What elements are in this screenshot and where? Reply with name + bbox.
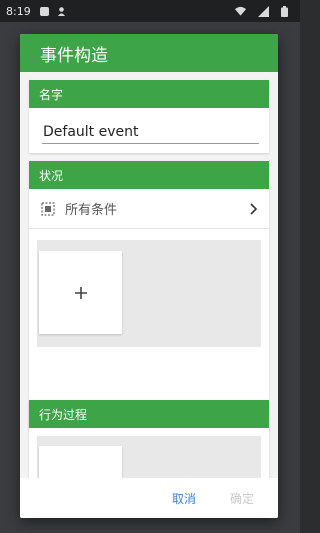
process-card: 行为过程 bbox=[29, 400, 269, 478]
process-header: 行为过程 bbox=[29, 400, 269, 428]
add-process-button[interactable] bbox=[39, 446, 122, 478]
status-right bbox=[235, 5, 294, 17]
condition-header: 状况 bbox=[29, 161, 269, 189]
all-conditions-row[interactable]: 所有条件 bbox=[29, 189, 269, 229]
person-icon bbox=[57, 6, 65, 16]
dialog-footer: 取消 确定 bbox=[20, 478, 278, 518]
name-card: 名字 Default event bbox=[29, 80, 269, 153]
all-conditions-label: 所有条件 bbox=[65, 203, 118, 218]
process-list-area bbox=[37, 436, 261, 478]
chevron-right-icon bbox=[250, 202, 258, 215]
add-condition-button[interactable] bbox=[39, 251, 122, 334]
signal-icon bbox=[258, 5, 269, 17]
battery-icon bbox=[281, 5, 288, 17]
status-time: 8:19 bbox=[6, 4, 31, 18]
dialog-title: 事件构造 bbox=[20, 34, 278, 72]
condition-list-area bbox=[37, 240, 261, 347]
wifi-icon bbox=[235, 6, 246, 16]
status-bar: 8:19 bbox=[0, 0, 300, 22]
plus-icon bbox=[74, 286, 87, 299]
cancel-button[interactable]: 取消 bbox=[172, 490, 196, 507]
condition-card: 状况 所有条件 bbox=[29, 161, 269, 431]
event-name-input[interactable]: Default event bbox=[42, 120, 259, 144]
dialog-content[interactable]: 名字 Default event 状况 所有条件 行为过程 bbox=[20, 72, 278, 478]
name-header: 名字 bbox=[29, 80, 269, 108]
notification-icon bbox=[39, 6, 49, 16]
ok-button[interactable]: 确定 bbox=[230, 490, 254, 507]
select-all-icon bbox=[41, 201, 55, 216]
event-dialog: 事件构造 名字 Default event 状况 所有条件 行为过程 取消 确定 bbox=[20, 34, 278, 518]
